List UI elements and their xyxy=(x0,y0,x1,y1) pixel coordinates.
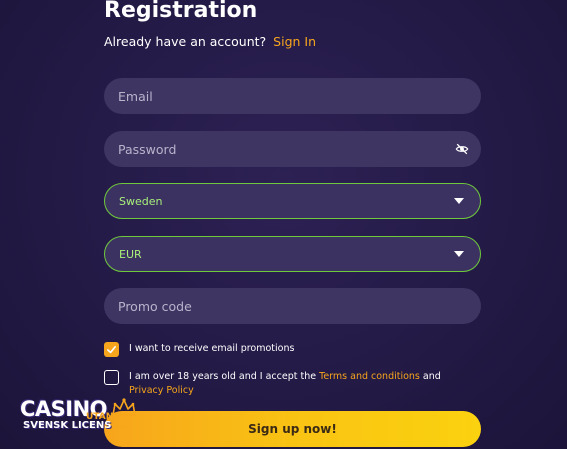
promo-code-field[interactable]: Promo code xyxy=(104,288,481,324)
have-account-text: Already have an account? xyxy=(104,34,267,49)
currency-value: EUR xyxy=(119,247,142,261)
country-select[interactable]: Sweden xyxy=(104,183,481,219)
have-account-row: Already have an account? Sign In xyxy=(104,34,316,49)
terms-link[interactable]: Terms and conditions xyxy=(319,371,420,382)
crown-icon xyxy=(112,398,136,416)
logo-com-text: .com xyxy=(115,424,128,430)
email-placeholder: Email xyxy=(118,88,153,104)
eye-off-icon[interactable] xyxy=(455,142,469,156)
site-logo: CASINO UTAN SVENSK LICENS .com xyxy=(20,397,140,437)
age-terms-checkbox[interactable] xyxy=(104,370,119,385)
password-placeholder: Password xyxy=(118,141,177,157)
sign-in-link[interactable]: Sign In xyxy=(273,34,316,49)
privacy-policy-link[interactable]: Privacy Policy xyxy=(129,385,194,396)
checkmark-icon xyxy=(107,345,116,354)
caret-down-icon xyxy=(454,251,464,257)
promo-code-placeholder: Promo code xyxy=(118,298,192,314)
country-value: Sweden xyxy=(119,194,163,208)
email-field[interactable]: Email xyxy=(104,78,481,114)
currency-select[interactable]: EUR xyxy=(104,236,481,272)
age-terms-prefix: I am over 18 years old and I accept the xyxy=(129,371,317,382)
caret-down-icon xyxy=(454,198,464,204)
sign-up-button[interactable]: Sign up now! xyxy=(104,411,481,447)
logo-svensk-text: SVENSK LICENS xyxy=(23,420,112,431)
and-text: and xyxy=(422,371,441,382)
password-field[interactable]: Password xyxy=(104,131,481,167)
email-promotions-checkbox[interactable] xyxy=(104,342,119,357)
age-terms-row: I am over 18 years old and I accept the … xyxy=(104,370,464,398)
age-terms-label: I am over 18 years old and I accept the … xyxy=(129,370,441,398)
email-promotions-label: I want to receive email promotions xyxy=(129,343,295,354)
email-promotions-row: I want to receive email promotions xyxy=(104,342,294,357)
page-title: Registration xyxy=(104,0,258,23)
